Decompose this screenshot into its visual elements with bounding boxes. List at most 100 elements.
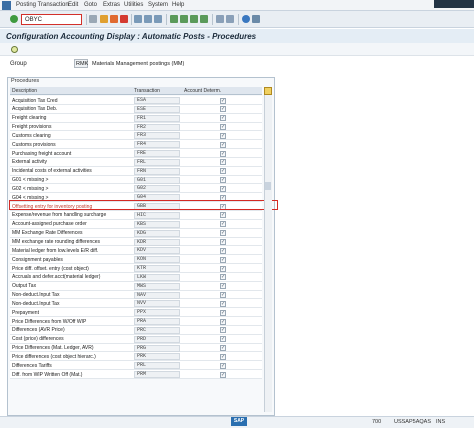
account-determ-checkbox[interactable]: ✓ [220, 318, 226, 325]
account-determ-checkbox[interactable]: ✓ [220, 239, 226, 245]
row-transaction[interactable]: FR3 [134, 132, 180, 140]
account-determ-checkbox[interactable]: ✓ [220, 177, 226, 184]
column-header-description[interactable]: Description [12, 88, 37, 94]
next-page-icon[interactable] [190, 15, 198, 23]
table-row[interactable]: Freight provisions FR2 ✓ [10, 122, 262, 132]
sap-menu-icon[interactable] [2, 1, 11, 10]
account-determ-checkbox[interactable]: ✓ [220, 115, 226, 122]
table-row[interactable]: MM exchange rate rounding differences KDR… [10, 237, 262, 247]
table-row[interactable]: Cost (price) differences PRD ✓ [10, 334, 262, 344]
table-row[interactable]: Price differences (cost object hierarc.)… [10, 352, 262, 362]
row-transaction[interactable]: LKW [134, 273, 180, 281]
account-determ-checkbox[interactable]: ✓ [220, 141, 226, 148]
account-determ-checkbox[interactable]: ✓ [220, 336, 226, 343]
account-determ-checkbox[interactable]: ✓ [220, 371, 226, 378]
row-transaction[interactable]: PPX [134, 309, 180, 317]
table-row[interactable]: Material ledger from low.levels E/R diff… [10, 246, 262, 256]
search-icon[interactable] [11, 46, 18, 53]
status-mode[interactable]: INS [436, 419, 445, 425]
row-transaction[interactable]: G01 [134, 176, 180, 184]
previous-page-icon[interactable] [180, 15, 188, 23]
save-icon[interactable] [89, 15, 97, 23]
row-transaction[interactable]: FRN [134, 167, 180, 175]
row-transaction[interactable]: NVV [134, 300, 180, 308]
status-session[interactable]: 700 [372, 419, 381, 425]
table-row[interactable]: Freight clearing FR1 ✓ [10, 113, 262, 123]
row-transaction[interactable]: FR2 [134, 123, 180, 131]
customize-layout-icon[interactable] [252, 15, 260, 23]
column-header-transaction[interactable]: Transaction [134, 88, 160, 94]
menu-edit[interactable]: Edit [68, 2, 78, 8]
vertical-scrollbar[interactable] [264, 87, 272, 412]
first-page-icon[interactable] [170, 15, 178, 23]
command-field[interactable]: OBYC [21, 14, 82, 25]
table-row[interactable]: Incidental costs of external activities F… [10, 166, 262, 176]
row-transaction[interactable]: FRL [134, 158, 180, 166]
table-settings-icon[interactable] [264, 87, 272, 95]
row-transaction[interactable]: FRE [134, 150, 180, 158]
account-determ-checkbox[interactable]: ✓ [220, 124, 226, 131]
account-determ-checkbox[interactable]: ✓ [220, 256, 226, 263]
row-transaction[interactable]: KDV [134, 247, 180, 255]
last-page-icon[interactable] [200, 15, 208, 23]
row-transaction[interactable]: KDR [134, 238, 180, 246]
account-determ-checkbox[interactable]: ✓ [220, 221, 226, 228]
account-determ-checkbox[interactable]: ✓ [220, 230, 226, 237]
table-row[interactable]: G01 < missing > G01 ✓ [10, 175, 262, 185]
table-row[interactable]: Account-assigned purchase order KBS ✓ [10, 219, 262, 229]
account-determ-checkbox[interactable]: ✓ [220, 300, 226, 307]
account-determ-checkbox[interactable]: ✓ [220, 132, 226, 139]
menu-help[interactable]: Help [172, 2, 184, 8]
shortcut-icon[interactable] [226, 15, 234, 23]
row-transaction[interactable]: PRK [134, 353, 180, 361]
table-row[interactable]: Customs clearing FR3 ✓ [10, 131, 262, 141]
account-determ-checkbox[interactable]: ✓ [220, 247, 226, 254]
account-determ-checkbox[interactable]: ✓ [220, 212, 226, 219]
table-row[interactable]: MM Exchange Rate Differences KDG ✓ [10, 228, 262, 238]
back-icon[interactable] [100, 15, 108, 23]
account-determ-checkbox[interactable]: ✓ [220, 159, 226, 166]
exit-icon[interactable] [110, 15, 118, 23]
account-determ-checkbox[interactable]: ✓ [220, 265, 226, 272]
row-transaction[interactable]: PRM [134, 371, 180, 379]
account-determ-checkbox[interactable]: ✓ [220, 327, 226, 334]
help-icon[interactable] [242, 15, 250, 23]
cancel-icon[interactable] [120, 15, 128, 23]
menu-posting-transaction[interactable]: Posting Transaction [16, 2, 69, 8]
print-icon[interactable] [134, 15, 142, 23]
account-determ-checkbox[interactable]: ✓ [220, 345, 226, 352]
table-row[interactable]: Price Differences from W/Off WIP PRA ✓ [10, 317, 262, 326]
table-row[interactable]: External activity FRL ✓ [10, 157, 262, 167]
find-icon[interactable] [144, 15, 152, 23]
account-determ-checkbox[interactable]: ✓ [220, 106, 226, 113]
table-row[interactable]: Consignment payables KON ✓ [10, 255, 262, 265]
row-transaction[interactable]: PRG [134, 344, 180, 352]
table-row[interactable]: Output Tax MWS ✓ [10, 281, 262, 291]
account-determ-checkbox[interactable]: ✓ [220, 168, 226, 175]
column-header-account-determ[interactable]: Account Determ. [184, 88, 221, 94]
table-row[interactable]: Price Differences (Mat. Ledger, AVR) PRG ✓ [10, 343, 262, 353]
row-transaction[interactable]: KTR [134, 265, 180, 273]
row-transaction[interactable]: FR1 [134, 114, 180, 122]
row-transaction[interactable]: PRC [134, 326, 180, 334]
window-controls[interactable] [434, 0, 474, 8]
account-determ-checkbox[interactable]: ✓ [220, 185, 226, 192]
menu-goto[interactable]: Goto [84, 2, 97, 8]
table-row[interactable]: Acquisition Tax Cred ESA ✓ [10, 96, 262, 105]
account-determ-checkbox[interactable]: ✓ [220, 274, 226, 281]
table-row[interactable]: Acquisition Tax Deb. ESE ✓ [10, 104, 262, 114]
scrollbar-thumb[interactable] [265, 182, 271, 190]
table-row[interactable]: Prepayment PPX ✓ [10, 308, 262, 318]
account-determ-checkbox[interactable]: ✓ [220, 283, 226, 290]
menu-system[interactable]: System [148, 2, 168, 8]
account-determ-checkbox[interactable]: ✓ [220, 97, 226, 104]
row-transaction[interactable]: KON [134, 256, 180, 264]
row-transaction[interactable]: PRD [134, 335, 180, 343]
table-row[interactable]: Accruals and defer.acct(material ledger)… [10, 272, 262, 282]
table-row[interactable]: Customs provisions FR4 ✓ [10, 140, 262, 150]
row-transaction[interactable]: KDG [134, 229, 180, 237]
enter-icon[interactable] [10, 15, 18, 23]
account-determ-checkbox[interactable]: ✓ [220, 353, 226, 360]
table-row[interactable]: Diff. from WIP Written Off (Mat.) PRM ✓ [10, 370, 262, 379]
row-transaction[interactable]: MWS [134, 282, 180, 290]
